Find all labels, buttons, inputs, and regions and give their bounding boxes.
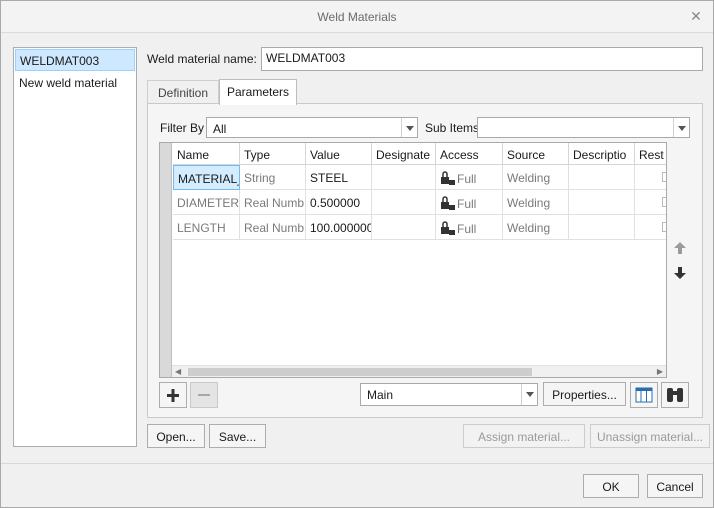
- remove-parameter-button[interactable]: [190, 382, 218, 408]
- table-cell-type[interactable]: Real Numb: [240, 215, 306, 240]
- sub-items-select[interactable]: [477, 117, 690, 138]
- material-name-input[interactable]: WELDMAT003: [261, 47, 703, 71]
- close-icon[interactable]: ✕: [689, 9, 703, 23]
- checkbox[interactable]: [662, 222, 666, 232]
- tab-definition[interactable]: Definition: [147, 80, 219, 104]
- col-header-description[interactable]: Descriptio: [569, 143, 635, 165]
- col-header-designate[interactable]: Designate: [372, 143, 436, 165]
- table-cell-description[interactable]: [569, 165, 635, 190]
- unassign-material-button[interactable]: Unassign material...: [590, 424, 710, 448]
- minus-icon: [198, 394, 210, 396]
- lock-icon: [441, 221, 455, 235]
- weld-materials-dialog: Weld Materials ✕ WELDMAT003 New weld mat…: [0, 0, 714, 508]
- columns-button[interactable]: [630, 382, 658, 408]
- cancel-button[interactable]: Cancel: [647, 474, 703, 498]
- table-cell-type[interactable]: String: [240, 165, 306, 190]
- table-cell-rest[interactable]: [635, 215, 666, 240]
- scroll-left-icon[interactable]: ◀: [175, 367, 181, 376]
- col-header-type[interactable]: Type: [240, 143, 306, 165]
- save-button[interactable]: Save...: [209, 424, 266, 448]
- col-header-rest[interactable]: Rest: [635, 143, 666, 165]
- binoculars-icon: [667, 388, 683, 402]
- open-button[interactable]: Open...: [147, 424, 205, 448]
- title-bar: Weld Materials ✕: [1, 1, 713, 33]
- table-cell-name[interactable]: LENGTH: [173, 215, 240, 240]
- filter-by-select[interactable]: All: [206, 117, 418, 138]
- col-header-value[interactable]: Value: [306, 143, 372, 165]
- table-cell-value[interactable]: 100.000000: [306, 215, 372, 240]
- checkbox[interactable]: [662, 172, 666, 182]
- material-name-label: Weld material name:: [147, 52, 257, 66]
- lock-icon: [441, 171, 455, 185]
- access-text: Full: [457, 197, 477, 211]
- table-cell-designate[interactable]: [372, 190, 436, 215]
- table-cell-access[interactable]: Full: [436, 215, 503, 240]
- table-columns-icon: [635, 387, 653, 403]
- chevron-down-icon: [401, 118, 417, 137]
- scrollbar-thumb[interactable]: [188, 368, 532, 376]
- row-gutter: [160, 143, 172, 377]
- table-cell-access[interactable]: Full: [436, 165, 503, 190]
- lock-icon: [441, 196, 455, 210]
- table-cell-name[interactable]: DIAMETER: [173, 190, 240, 215]
- table-cell-source[interactable]: Welding: [503, 190, 569, 215]
- window-title: Weld Materials: [317, 10, 397, 24]
- assign-material-button[interactable]: Assign material...: [463, 424, 585, 448]
- table-cell-rest[interactable]: [635, 165, 666, 190]
- ok-button[interactable]: OK: [583, 474, 639, 498]
- footer-divider: [1, 463, 713, 464]
- table-cell-description[interactable]: [569, 190, 635, 215]
- col-header-access[interactable]: Access: [436, 143, 503, 165]
- properties-button[interactable]: Properties...: [543, 382, 626, 406]
- checkbox[interactable]: [662, 197, 666, 207]
- list-item-new-weld-material[interactable]: New weld material: [15, 72, 135, 94]
- view-select[interactable]: Main: [360, 383, 538, 406]
- table-cell-value[interactable]: STEEL: [306, 165, 372, 190]
- table-cell-value[interactable]: 0.500000: [306, 190, 372, 215]
- find-button[interactable]: [661, 382, 689, 408]
- sub-items-label: Sub Items: [425, 121, 480, 135]
- col-header-name[interactable]: Name: [173, 143, 240, 165]
- filter-by-label: Filter By: [160, 121, 205, 135]
- access-text: Full: [457, 172, 477, 186]
- list-item-weldmat003[interactable]: WELDMAT003: [15, 49, 135, 71]
- table-cell-designate[interactable]: [372, 215, 436, 240]
- table-cell-rest[interactable]: [635, 190, 666, 215]
- scroll-right-icon[interactable]: ▶: [657, 367, 663, 376]
- plus-icon: [167, 389, 179, 402]
- col-header-source[interactable]: Source: [503, 143, 569, 165]
- arrow-up-icon[interactable]: [672, 241, 688, 255]
- access-text: Full: [457, 222, 477, 236]
- parameters-table: Name Type Value Designate Access Source …: [159, 142, 667, 378]
- materials-list: WELDMAT003 New weld material: [13, 47, 137, 447]
- view-value: Main: [367, 388, 394, 402]
- chevron-down-icon: [673, 118, 689, 137]
- horizontal-scrollbar[interactable]: ◀ ▶: [172, 365, 666, 377]
- table-cell-designate[interactable]: [372, 165, 436, 190]
- table-cell-source[interactable]: Welding: [503, 215, 569, 240]
- table-cell-type[interactable]: Real Numb: [240, 190, 306, 215]
- add-parameter-button[interactable]: [159, 382, 187, 408]
- table-cell-access[interactable]: Full: [436, 190, 503, 215]
- table-cell-description[interactable]: [569, 215, 635, 240]
- tab-parameters[interactable]: Parameters: [219, 79, 297, 105]
- chevron-down-icon: [521, 384, 537, 405]
- table-cell-name[interactable]: MATERIAL_: [173, 165, 240, 190]
- table-cell-source[interactable]: Welding: [503, 165, 569, 190]
- arrow-down-icon[interactable]: [672, 266, 688, 280]
- filter-by-value: All: [213, 122, 227, 136]
